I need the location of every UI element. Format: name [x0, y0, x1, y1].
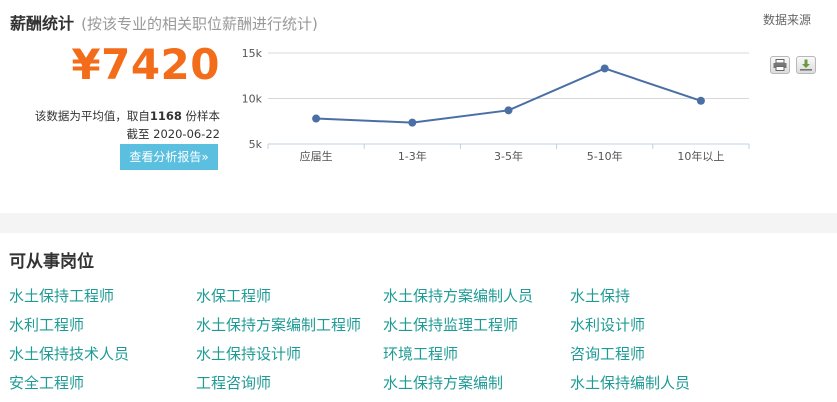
x-tick-label: 5-10年 — [587, 149, 623, 163]
y-tick-label: 10k — [242, 93, 263, 106]
y-tick-label: 5k — [249, 138, 263, 151]
data-point — [600, 64, 609, 73]
job-link[interactable]: 水保工程师 — [196, 282, 383, 311]
series-line — [316, 67, 702, 124]
job-link[interactable]: 水土保持设计师 — [196, 340, 383, 369]
data-point — [504, 106, 513, 115]
download-button[interactable] — [796, 56, 816, 74]
jobs-section: 可从事岗位 水土保持工程师 水保工程师 水土保持方案编制人员 水土保持 水利工程… — [0, 233, 837, 398]
salary-section: 薪酬统计 (按该专业的相关职位薪酬进行统计) 数据来源 ¥7420 该数据为平均… — [0, 0, 837, 213]
x-tick-label: 3-5年 — [494, 149, 523, 163]
data-point — [696, 96, 705, 105]
y-tick-label: 15k — [242, 47, 263, 60]
x-tick-label: 1-3年 — [398, 149, 427, 163]
job-link[interactable]: 环境工程师 — [383, 340, 570, 369]
job-link[interactable]: 水土保持方案编制 — [383, 369, 570, 398]
jobs-grid: 水土保持工程师 水保工程师 水土保持方案编制人员 水土保持 水利工程师 水土保持… — [9, 282, 837, 398]
x-tick-label: 应届生 — [300, 149, 333, 163]
view-report-button[interactable]: 查看分析报告» — [120, 144, 218, 170]
section-subtitle: (按该专业的相关职位薪酬进行统计) — [81, 15, 318, 33]
section-header: 薪酬统计 (按该专业的相关职位薪酬进行统计) — [10, 10, 318, 34]
x-tick-label: 10年以上 — [677, 149, 724, 163]
print-button[interactable] — [770, 56, 790, 74]
job-link[interactable]: 水土保持方案编制人员 — [383, 282, 570, 311]
job-link[interactable]: 水土保持监理工程师 — [383, 311, 570, 340]
sample-note: 该数据为平均值，取自1168 份样本 — [0, 108, 220, 124]
print-icon — [773, 59, 787, 71]
average-salary: ¥7420 — [71, 40, 220, 89]
section-divider — [0, 213, 837, 233]
job-link[interactable]: 水利工程师 — [9, 311, 196, 340]
salary-line-chart: 15k 10k 5k 应届生 1-3年 3-5年 5-10年 10年以上 — [242, 47, 750, 163]
data-point — [408, 118, 417, 127]
download-icon — [800, 59, 812, 71]
sample-count: 1168 — [149, 109, 182, 123]
job-link[interactable]: 水土保持技术人员 — [9, 340, 196, 369]
section-title: 薪酬统计 — [10, 14, 75, 33]
jobs-title: 可从事岗位 — [9, 252, 94, 272]
sample-note-suffix: 份样本 — [181, 109, 220, 123]
job-link[interactable]: 水土保持编制人员 — [570, 369, 750, 398]
job-link[interactable]: 水土保持 — [570, 282, 750, 311]
job-link[interactable]: 水土保持方案编制工程师 — [196, 311, 383, 340]
data-point — [312, 114, 321, 123]
job-link[interactable]: 安全工程师 — [9, 369, 196, 398]
job-link[interactable]: 工程咨询师 — [196, 369, 383, 398]
job-link[interactable]: 水土保持工程师 — [9, 282, 196, 311]
job-link[interactable]: 咨询工程师 — [570, 340, 750, 369]
job-link[interactable]: 水利设计师 — [570, 311, 750, 340]
date-note: 截至 2020-06-22 — [126, 127, 221, 141]
sample-note-prefix: 该数据为平均值，取自 — [34, 109, 150, 123]
data-source-link[interactable]: 数据来源 — [763, 11, 811, 28]
